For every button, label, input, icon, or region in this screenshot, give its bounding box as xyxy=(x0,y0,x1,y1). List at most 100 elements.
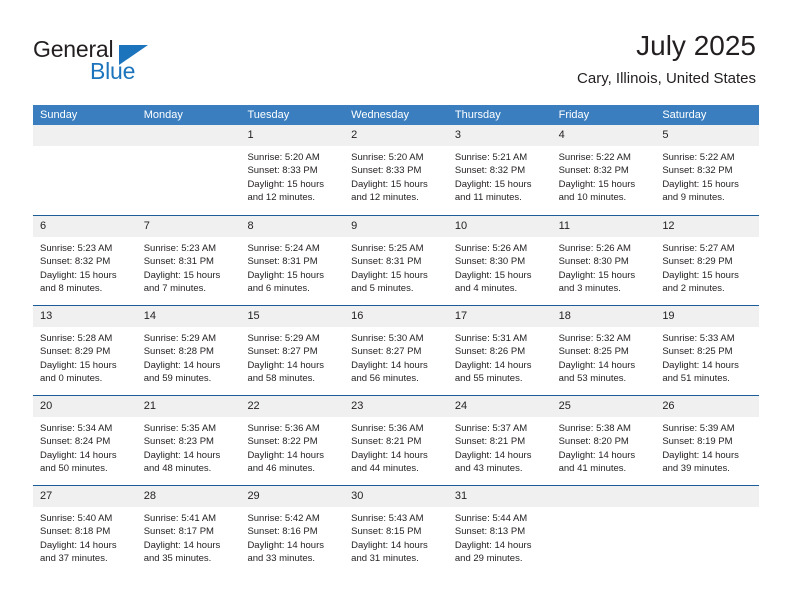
day-detail-line: Daylight: 15 hours xyxy=(351,269,428,281)
day-detail-line: and 33 minutes. xyxy=(247,553,316,565)
day-details: Sunrise: 5:21 AM Sunset: 8:32 PM Daylight:… xyxy=(448,146,552,205)
day-detail-line: Daylight: 15 hours xyxy=(558,269,636,281)
day-detail-line: Daylight: 14 hours xyxy=(454,449,532,461)
day-detail-line: Sunrise: 5:34 AM xyxy=(40,423,113,434)
day-detail-line: and 58 minutes. xyxy=(247,373,316,385)
day-number: 29 xyxy=(240,486,345,507)
day-detail-line: Sunrise: 5:32 AM xyxy=(558,333,631,344)
day-detail-line: Sunset: 8:30 PM xyxy=(454,256,526,268)
day-detail-line: and 5 minutes. xyxy=(351,283,414,295)
day-detail-line: Daylight: 15 hours xyxy=(351,178,428,190)
day-detail-line: Sunrise: 5:40 AM xyxy=(40,513,113,524)
day-detail-line: Daylight: 15 hours xyxy=(662,269,739,281)
day-detail-line: Sunset: 8:21 PM xyxy=(454,436,526,448)
weekday-tuesday: Tuesday xyxy=(247,109,290,121)
day-cell[interactable]: 28 Sunrise: 5:41 AM Sunset: 8:17 PM Dayligh… xyxy=(136,486,241,575)
day-detail-line: Sunset: 8:32 PM xyxy=(454,165,526,177)
day-number: 9 xyxy=(344,216,448,237)
day-detail-line: and 10 minutes. xyxy=(558,192,627,204)
day-detail-line: Sunrise: 5:35 AM xyxy=(143,423,217,434)
day-detail-line: Sunrise: 5:36 AM xyxy=(351,423,424,434)
day-detail-line: Sunset: 8:29 PM xyxy=(662,256,733,268)
day-cell[interactable]: 10 Sunrise: 5:26 AM Sunset: 8:30 PM Dayligh… xyxy=(447,216,552,305)
day-cell[interactable]: 24 Sunrise: 5:37 AM Sunset: 8:21 PM Dayligh… xyxy=(447,396,552,485)
day-detail-line: Daylight: 14 hours xyxy=(351,539,428,551)
day-detail-line: and 50 minutes. xyxy=(40,463,108,475)
day-cell[interactable]: 23 Sunrise: 5:36 AM Sunset: 8:21 PM Dayligh… xyxy=(344,396,448,485)
day-detail-line: Sunrise: 5:41 AM xyxy=(143,513,217,524)
day-detail-line: Daylight: 15 hours xyxy=(40,359,117,371)
day-cell[interactable]: 4 Sunrise: 5:22 AM Sunset: 8:32 PM Daylight… xyxy=(551,125,656,215)
day-detail-line: Sunset: 8:30 PM xyxy=(558,256,629,268)
day-cell[interactable]: 20 Sunrise: 5:34 AM Sunset: 8:24 PM Dayligh… xyxy=(33,396,137,485)
day-details: Sunrise: 5:33 AM Sunset: 8:25 PM Daylight:… xyxy=(655,327,759,386)
day-details xyxy=(552,507,656,512)
day-detail-line: Sunrise: 5:28 AM xyxy=(40,333,113,344)
day-cell[interactable]: 16 Sunrise: 5:30 AM Sunset: 8:27 PM Dayligh… xyxy=(344,306,448,395)
day-cell[interactable]: 17 Sunrise: 5:31 AM Sunset: 8:26 PM Dayligh… xyxy=(447,306,552,395)
day-details: Sunrise: 5:42 AM Sunset: 8:16 PM Daylight:… xyxy=(240,507,344,566)
day-number: 21 xyxy=(136,396,241,417)
day-cell[interactable]: 27 Sunrise: 5:40 AM Sunset: 8:18 PM Dayligh… xyxy=(33,486,137,575)
day-detail-line: Daylight: 14 hours xyxy=(454,539,532,551)
day-cell[interactable]: 7 Sunrise: 5:23 AM Sunset: 8:31 PM Daylight… xyxy=(136,216,241,305)
day-cell[interactable]: 2 Sunrise: 5:20 AM Sunset: 8:33 PM Daylight… xyxy=(344,125,448,215)
day-detail-line: Daylight: 15 hours xyxy=(454,178,532,190)
day-detail-line: Sunrise: 5:22 AM xyxy=(662,152,735,163)
day-details xyxy=(137,146,241,151)
day-number: 15 xyxy=(240,306,345,327)
day-detail-line: Sunrise: 5:44 AM xyxy=(454,513,528,524)
day-detail-line: Sunset: 8:21 PM xyxy=(351,436,422,448)
day-detail-line: and 55 minutes. xyxy=(454,373,523,385)
day-number: 20 xyxy=(33,396,137,417)
day-detail-line: and 4 minutes. xyxy=(454,283,518,295)
day-detail-line: Sunset: 8:13 PM xyxy=(454,526,526,538)
day-cell[interactable]: 9 Sunrise: 5:25 AM Sunset: 8:31 PM Daylight… xyxy=(344,216,448,305)
day-cell[interactable]: 19 Sunrise: 5:33 AM Sunset: 8:25 PM Dayligh… xyxy=(655,306,760,395)
calendar-week-row: 1 Sunrise: 5:20 AM Sunset: 8:33 PM Daylight… xyxy=(33,125,760,215)
day-detail-line: Daylight: 14 hours xyxy=(247,449,325,461)
day-number: 5 xyxy=(655,125,760,146)
day-number: 16 xyxy=(344,306,448,327)
day-detail-line: Daylight: 14 hours xyxy=(662,359,739,371)
day-detail-line: and 8 minutes. xyxy=(40,283,103,295)
day-cell[interactable]: 26 Sunrise: 5:39 AM Sunset: 8:19 PM Dayligh… xyxy=(655,396,760,485)
day-detail-line: Sunrise: 5:43 AM xyxy=(351,513,424,524)
day-cell[interactable]: 8 Sunrise: 5:24 AM Sunset: 8:31 PM Daylight… xyxy=(240,216,345,305)
day-detail-line: Sunset: 8:27 PM xyxy=(247,346,318,358)
day-cell[interactable]: 21 Sunrise: 5:35 AM Sunset: 8:23 PM Dayligh… xyxy=(136,396,241,485)
day-number: 8 xyxy=(240,216,345,237)
day-details: Sunrise: 5:26 AM Sunset: 8:30 PM Daylight:… xyxy=(552,237,656,296)
day-cell[interactable]: 11 Sunrise: 5:26 AM Sunset: 8:30 PM Dayligh… xyxy=(551,216,656,305)
day-cell[interactable]: 14 Sunrise: 5:29 AM Sunset: 8:28 PM Dayligh… xyxy=(136,306,241,395)
day-detail-line: and 11 minutes. xyxy=(454,192,522,204)
day-cell[interactable]: 22 Sunrise: 5:36 AM Sunset: 8:22 PM Dayligh… xyxy=(240,396,345,485)
day-cell[interactable]: 15 Sunrise: 5:29 AM Sunset: 8:27 PM Dayligh… xyxy=(240,306,345,395)
day-detail-line: Sunset: 8:33 PM xyxy=(247,165,318,177)
day-cell[interactable]: 25 Sunrise: 5:38 AM Sunset: 8:20 PM Dayligh… xyxy=(551,396,656,485)
day-cell[interactable]: 1 Sunrise: 5:20 AM Sunset: 8:33 PM Daylight… xyxy=(240,125,345,215)
day-cell[interactable]: 6 Sunrise: 5:23 AM Sunset: 8:32 PM Daylight… xyxy=(33,216,137,305)
calendar-week-row: 27 Sunrise: 5:40 AM Sunset: 8:18 PM Dayligh… xyxy=(33,485,760,575)
day-cell[interactable]: 31 Sunrise: 5:44 AM Sunset: 8:13 PM Dayligh… xyxy=(447,486,552,575)
day-number: 1 xyxy=(240,125,345,146)
day-detail-line: Sunset: 8:20 PM xyxy=(558,436,629,448)
day-cell[interactable]: 29 Sunrise: 5:42 AM Sunset: 8:16 PM Dayligh… xyxy=(240,486,345,575)
day-number: 27 xyxy=(33,486,137,507)
day-number: 25 xyxy=(551,396,656,417)
day-cell[interactable]: 30 Sunrise: 5:43 AM Sunset: 8:15 PM Dayligh… xyxy=(344,486,448,575)
day-details xyxy=(33,146,137,151)
day-number: 2 xyxy=(344,125,448,146)
day-detail-line: and 46 minutes. xyxy=(247,463,316,475)
day-details: Sunrise: 5:28 AM Sunset: 8:29 PM Daylight:… xyxy=(33,327,137,386)
day-detail-line: and 44 minutes. xyxy=(351,463,419,475)
day-detail-line: Daylight: 14 hours xyxy=(662,449,739,461)
day-details: Sunrise: 5:31 AM Sunset: 8:26 PM Daylight:… xyxy=(448,327,552,386)
day-cell[interactable]: 18 Sunrise: 5:32 AM Sunset: 8:25 PM Dayligh… xyxy=(551,306,656,395)
day-cell[interactable]: 5 Sunrise: 5:22 AM Sunset: 8:32 PM Daylight… xyxy=(655,125,760,215)
day-cell[interactable]: 12 Sunrise: 5:27 AM Sunset: 8:29 PM Dayligh… xyxy=(655,216,760,305)
day-details: Sunrise: 5:32 AM Sunset: 8:25 PM Daylight:… xyxy=(552,327,656,386)
day-cell[interactable]: 13 Sunrise: 5:28 AM Sunset: 8:29 PM Dayligh… xyxy=(33,306,137,395)
day-detail-line: Sunrise: 5:23 AM xyxy=(143,243,217,254)
day-cell[interactable]: 3 Sunrise: 5:21 AM Sunset: 8:32 PM Daylight… xyxy=(447,125,552,215)
